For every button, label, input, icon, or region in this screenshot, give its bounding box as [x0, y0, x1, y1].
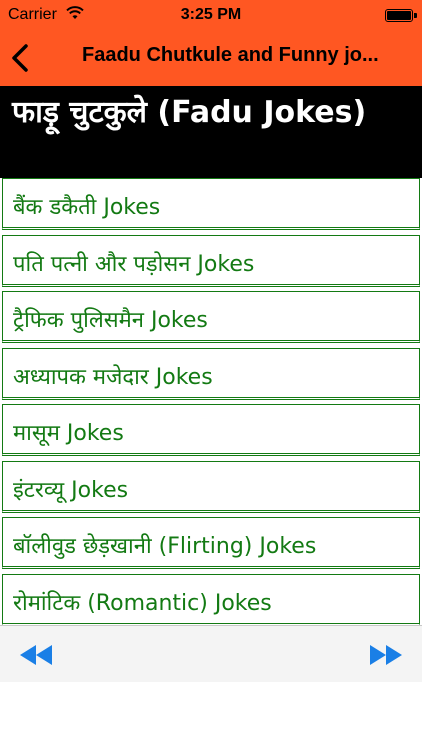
jokes-category-list: बैंक डकैती Jokes पति पत्नी और पड़ोसन Joke… — [0, 178, 422, 625]
list-item-label: रोमांटिक (Romantic) Jokes — [13, 590, 272, 616]
list-item[interactable]: पति पत्नी और पड़ोसन Jokes — [2, 234, 420, 287]
list-item[interactable]: रोमांटिक (Romantic) Jokes — [2, 573, 420, 625]
back-chevron-icon[interactable] — [6, 40, 36, 76]
list-item-label: पति पत्नी और पड़ोसन Jokes — [13, 251, 255, 277]
category-title: फाड़ू चुटकुले (Fadu Jokes) — [12, 95, 367, 130]
list-item[interactable]: बॉलीवुड छेड़खानी (Flirting) Jokes — [2, 517, 420, 569]
list-item[interactable]: अध्यापक मजेदार Jokes — [2, 347, 420, 400]
list-item-label: मासूम Jokes — [13, 421, 124, 446]
list-item-label: अध्यापक मजेदार Jokes — [13, 364, 213, 390]
list-item[interactable]: मासूम Jokes — [2, 404, 420, 456]
fast-forward-icon[interactable] — [369, 644, 403, 666]
list-item-label: इंटरव्यू Jokes — [13, 477, 129, 503]
list-item-label: ट्रैफिक पुलिसमैन Jokes — [13, 308, 208, 333]
bottom-blank-area — [0, 682, 422, 750]
bottom-toolbar — [0, 625, 422, 682]
list-item-label: बैंक डकैती Jokes — [13, 195, 161, 220]
list-item[interactable]: बैंक डकैती Jokes — [2, 178, 420, 230]
battery-icon — [385, 9, 417, 22]
rewind-icon[interactable] — [19, 644, 53, 666]
nav-title: Faadu Chutkule and Funny jo... — [82, 44, 379, 66]
list-item[interactable]: ट्रैफिक पुलिसमैन Jokes — [2, 291, 420, 343]
list-item-label: बॉलीवुड छेड़खानी (Flirting) Jokes — [13, 534, 317, 559]
navigation-bar: Faadu Chutkule and Funny jo... — [0, 30, 422, 86]
list-item[interactable]: इंटरव्यू Jokes — [2, 460, 420, 513]
category-header: फाड़ू चुटकुले (Fadu Jokes) — [0, 86, 422, 178]
status-bar: Carrier 3:25 PM — [0, 0, 422, 30]
status-time: 3:25 PM — [180, 6, 242, 23]
